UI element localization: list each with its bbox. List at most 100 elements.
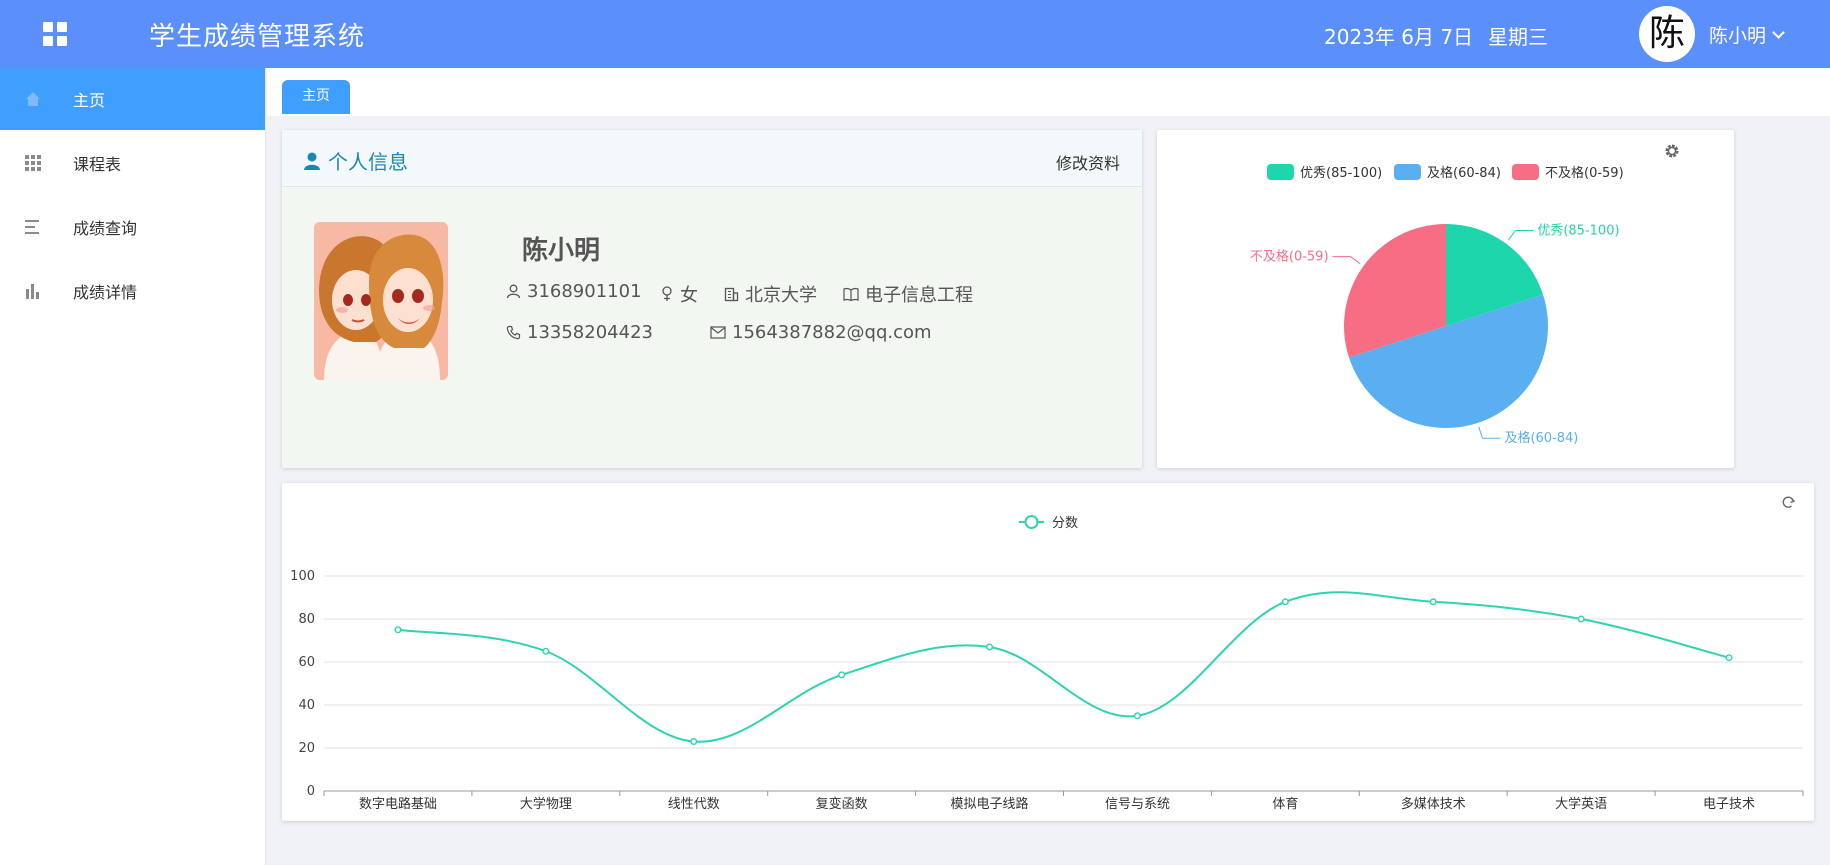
bar-chart-icon (25, 283, 41, 299)
mail-icon (710, 326, 726, 339)
home-icon (25, 91, 41, 107)
x-tick-label: 线性代数 (668, 797, 720, 812)
gender-row: 女 (660, 281, 698, 307)
legend-label: 优秀(85-100) (1300, 166, 1382, 181)
score-series-line (397, 591, 1730, 743)
sidebar-item-label: 成绩详情 (73, 283, 138, 302)
grade-distribution-chart-card: 优秀(85-100) 及格(60-84) 不及格(0-59) 优秀(85-100) 及格… (1157, 130, 1734, 468)
legend-label: 及格(60-84) (1427, 165, 1501, 181)
score-line-chart-card: 分数 0 20 40 60 80 100 数字电路基础 大学物理 线性代数 复变函数 模拟电子线路 信号… (282, 483, 1814, 821)
phone-number: 13358204423 (527, 322, 653, 343)
profile-name: 陈小明 (522, 236, 601, 266)
pie-label: 优秀(85-100) (1537, 224, 1619, 239)
tab-home[interactable]: 主页 (282, 80, 350, 114)
data-point[interactable] (1281, 598, 1289, 606)
grid-icon (25, 155, 41, 171)
edit-profile-link[interactable]: 修改资料 (1056, 150, 1120, 174)
x-tick-label: 多媒体技术 (1401, 796, 1466, 812)
user-icon (304, 152, 320, 170)
x-tick-label: 复变函数 (816, 796, 868, 812)
school: 北京大学 (745, 285, 817, 306)
student-id-row: 3168901101 (506, 281, 642, 302)
x-tick-label: 体育 (1272, 796, 1298, 812)
pie-label-line (1507, 230, 1534, 241)
chevron-down-icon (1772, 25, 1785, 39)
profile-card: 个人信息 修改资料 陈小明 3168901101 女 北京大学 电子信息工程 1… (282, 130, 1142, 468)
y-tick-label: 40 (298, 698, 315, 713)
x-tick-label: 大学英语 (1555, 796, 1607, 812)
score-line-chart: 分数 0 20 40 60 80 100 数字电路基础 大学物理 线性代数 复变函数 模拟电子线路 信号… (290, 496, 1804, 812)
y-tick-label: 80 (298, 612, 315, 627)
data-point[interactable] (1725, 654, 1733, 662)
student-id: 3168901101 (527, 281, 642, 302)
sidebar-item-label: 主页 (73, 91, 106, 110)
pie-label: 不及格(0-59) (1250, 249, 1329, 265)
legend-swatch (1512, 164, 1539, 180)
legend-item[interactable]: 及格(60-84) (1394, 164, 1501, 181)
menu-grid-icon[interactable] (43, 22, 68, 47)
profile-card-header: 个人信息 修改资料 (282, 130, 1142, 187)
tab-bar: 主页 (267, 68, 1830, 116)
list-icon (25, 219, 41, 235)
legend-label: 分数 (1052, 516, 1078, 531)
major: 电子信息工程 (865, 285, 973, 306)
sidebar: 主页 课程表 成绩查询 成绩详情 (0, 68, 266, 865)
data-point[interactable] (1429, 598, 1437, 606)
book-icon (843, 287, 859, 301)
gear-icon[interactable] (1665, 144, 1679, 158)
data-point[interactable] (838, 671, 846, 679)
y-tick-label: 100 (290, 569, 315, 584)
profile-card-title-text: 个人信息 (328, 150, 408, 174)
user-menu[interactable]: 陈小明 (1709, 21, 1785, 48)
sidebar-item-schedule[interactable]: 课程表 (0, 132, 265, 194)
pie-label-line (1332, 256, 1361, 265)
refresh-icon[interactable] (1782, 496, 1796, 508)
legend-label: 不及格(0-59) (1545, 165, 1624, 181)
y-tick-label: 0 (307, 784, 315, 799)
data-point[interactable] (394, 626, 402, 634)
y-tick-label: 60 (298, 655, 315, 670)
profile-card-title: 个人信息 (304, 146, 408, 175)
legend-item[interactable]: 不及格(0-59) (1512, 164, 1624, 181)
pie-label: 及格(60-84) (1504, 430, 1578, 446)
phone-icon (506, 325, 521, 340)
x-tick-label: 电子技术 (1703, 797, 1755, 812)
sidebar-item-grade-details[interactable]: 成绩详情 (0, 260, 265, 322)
data-point[interactable] (542, 647, 550, 655)
legend-item[interactable]: 优秀(85-100) (1267, 164, 1382, 181)
legend-marker (1024, 515, 1039, 529)
grade-distribution-pie-chart: 优秀(85-100) 及格(60-84) 不及格(0-59) 优秀(85-100) 及格… (1250, 144, 1679, 446)
sidebar-item-home[interactable]: 主页 (0, 68, 265, 130)
sidebar-item-grade-query[interactable]: 成绩查询 (0, 196, 265, 258)
email: 1564387882@qq.com (732, 322, 932, 343)
app-title: 学生成绩管理系统 (149, 22, 366, 52)
email-row: 1564387882@qq.com (710, 322, 932, 343)
legend-swatch (1394, 164, 1421, 180)
user-name: 陈小明 (1709, 25, 1767, 47)
female-icon (662, 286, 672, 301)
sidebar-item-label: 课程表 (73, 155, 122, 174)
building-icon (724, 287, 739, 301)
data-point[interactable] (986, 643, 994, 651)
phone-row: 13358204423 (506, 322, 653, 343)
current-date: 2023年 6月 7日 (1324, 25, 1474, 49)
top-header: 学生成绩管理系统 2023年 6月 7日 星期三 陈 陈小明 (0, 0, 1830, 68)
person-icon (506, 284, 521, 299)
data-point[interactable] (690, 738, 698, 746)
current-weekday: 星期三 (1488, 25, 1548, 49)
data-point[interactable] (1133, 712, 1141, 720)
x-tick-label: 数字电路基础 (359, 796, 437, 812)
profile-photo (314, 222, 448, 380)
major-row: 电子信息工程 (843, 281, 973, 307)
legend-swatch (1267, 164, 1294, 180)
data-point[interactable] (1577, 615, 1585, 623)
pie-label-line (1478, 426, 1501, 439)
school-row: 北京大学 (724, 281, 817, 307)
gender: 女 (680, 285, 698, 306)
legend-item[interactable]: 分数 (1019, 515, 1078, 531)
y-tick-label: 20 (298, 741, 315, 756)
user-avatar[interactable]: 陈 (1639, 6, 1695, 62)
x-tick-label: 模拟电子线路 (951, 796, 1029, 812)
x-tick-label: 大学物理 (520, 796, 572, 812)
x-tick-label: 信号与系统 (1105, 797, 1170, 812)
